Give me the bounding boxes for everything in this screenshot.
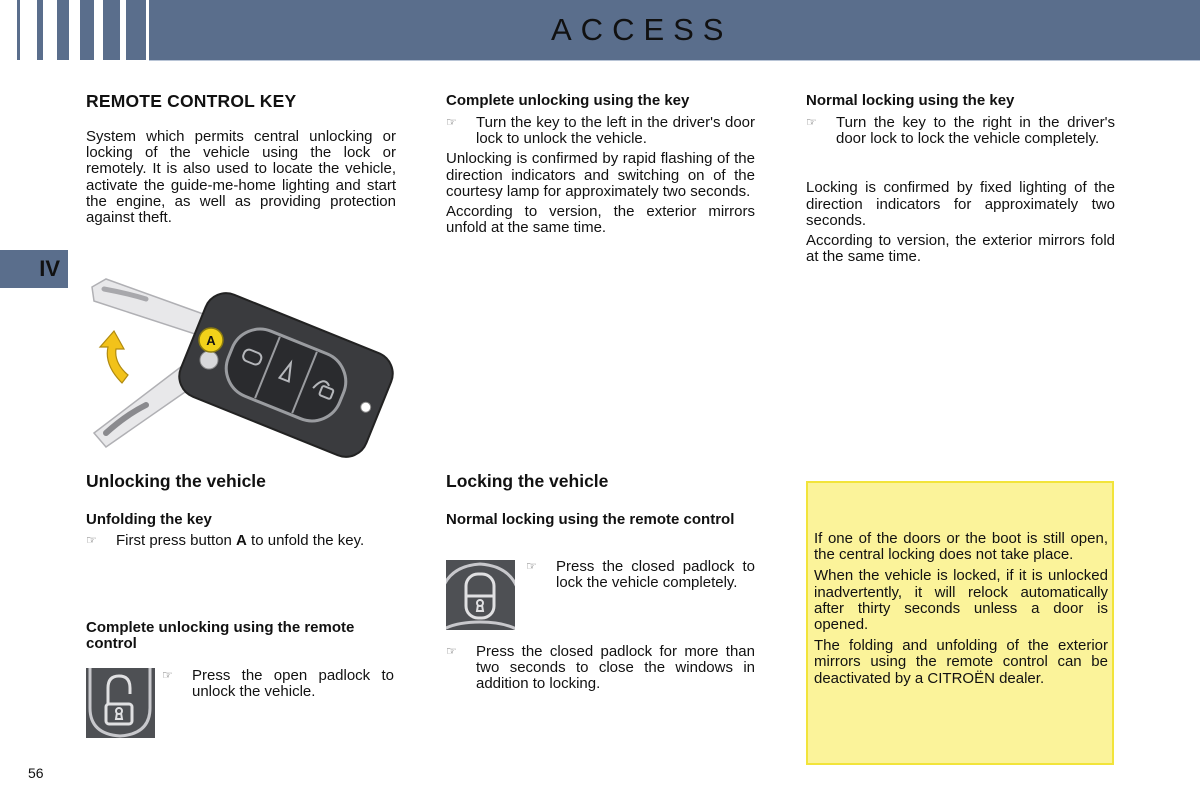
unfolding-instruction: ☞ First press button A to unfold the key. (86, 532, 365, 549)
note-paragraph: The folding and unfolding of the exterio… (814, 637, 1108, 687)
button-a-label: A (206, 333, 216, 348)
unfold-button-a (199, 350, 219, 370)
section-remote-control-key: REMOTE CONTROL KEY System which permits … (86, 91, 396, 226)
key-unlock-mirrors-note: According to version, the exterior mirro… (446, 203, 755, 237)
key-unlock-confirmation: Unlocking is confirmed by rapid flashing… (446, 150, 755, 200)
header-stripe (80, 0, 94, 60)
folding-key-remote-illustration: A (91, 278, 394, 458)
info-note-box: If one of the doors or the boot is still… (806, 481, 1114, 765)
remote-lock-windows-instruction: ☞ Press the closed padlock for more than … (446, 643, 755, 693)
pointing-hand-icon: ☞ (162, 668, 173, 682)
pointing-hand-icon: ☞ (806, 115, 817, 129)
section-key-locking: Normal locking using the key ☞ Turn the k… (806, 93, 1115, 265)
page-number: 56 (28, 765, 44, 781)
section-key-unlocking: Complete unlocking using the key ☞ Turn t… (446, 93, 755, 236)
section-unlocking: Unlocking the vehicle Unfolding the key … (86, 471, 396, 549)
pointing-hand-icon: ☞ (446, 644, 457, 658)
intro-paragraph: System which permits central unlocking o… (86, 128, 396, 227)
note-paragraph: When the vehicle is locked, if it is unl… (814, 567, 1108, 634)
unlocking-heading: Unlocking the vehicle (86, 471, 266, 491)
remote-lock-instruction: ☞ Press the closed padlock to lock the ve… (526, 558, 755, 592)
chapter-tab: IV (0, 250, 68, 288)
note-paragraph: If one of the doors or the boot is still… (814, 530, 1108, 564)
header-stripe (126, 0, 146, 60)
header-stripe (103, 0, 120, 60)
key-lock-heading: Normal locking using the key (806, 92, 1015, 109)
header-stripe (17, 0, 20, 60)
key-blade-unfolded (91, 278, 207, 336)
remote-lock-heading: Normal locking using the remote control (446, 511, 735, 528)
unfolding-heading: Unfolding the key (86, 511, 212, 528)
pointing-hand-icon: ☞ (446, 115, 457, 129)
chapter-label: IV (39, 256, 60, 281)
open-padlock-button-image (86, 668, 155, 738)
unfold-direction-arrow-icon (98, 329, 129, 384)
open-padlock-icon (88, 668, 152, 738)
closed-padlock-button-image (446, 560, 515, 630)
key-unlock-heading: Complete unlocking using the key (446, 92, 690, 109)
key-lock-mirrors-note: According to version, the exterior mirro… (806, 232, 1115, 266)
locking-heading: Locking the vehicle (446, 471, 609, 491)
page-title: ACCESS (551, 12, 733, 47)
section-locking: Locking the vehicle Normal locking using… (446, 471, 755, 528)
closed-padlock-icon (446, 562, 515, 630)
section-title: REMOTE CONTROL KEY (86, 91, 297, 111)
key-unlock-instruction: ☞ Turn the key to the left in the driver'… (446, 114, 755, 148)
pointing-hand-icon: ☞ (86, 533, 97, 547)
key-lock-confirmation: Locking is confirmed by fixed lighting o… (806, 179, 1115, 229)
header-stripe (57, 0, 69, 60)
key-lock-instruction: ☞ Turn the key to the right in the driver… (806, 114, 1115, 148)
header-stripe (37, 0, 43, 60)
pointing-hand-icon: ☞ (526, 559, 537, 573)
remote-fob-body (178, 292, 394, 458)
header-underline (149, 60, 1200, 61)
section-remote-unlocking: Complete unlocking using the remote cont… (86, 620, 396, 652)
remote-unlock-heading: Complete unlocking using the remote cont… (86, 619, 355, 652)
remote-unlock-instruction: ☞ Press the open padlock to unlock the ve… (162, 667, 394, 701)
